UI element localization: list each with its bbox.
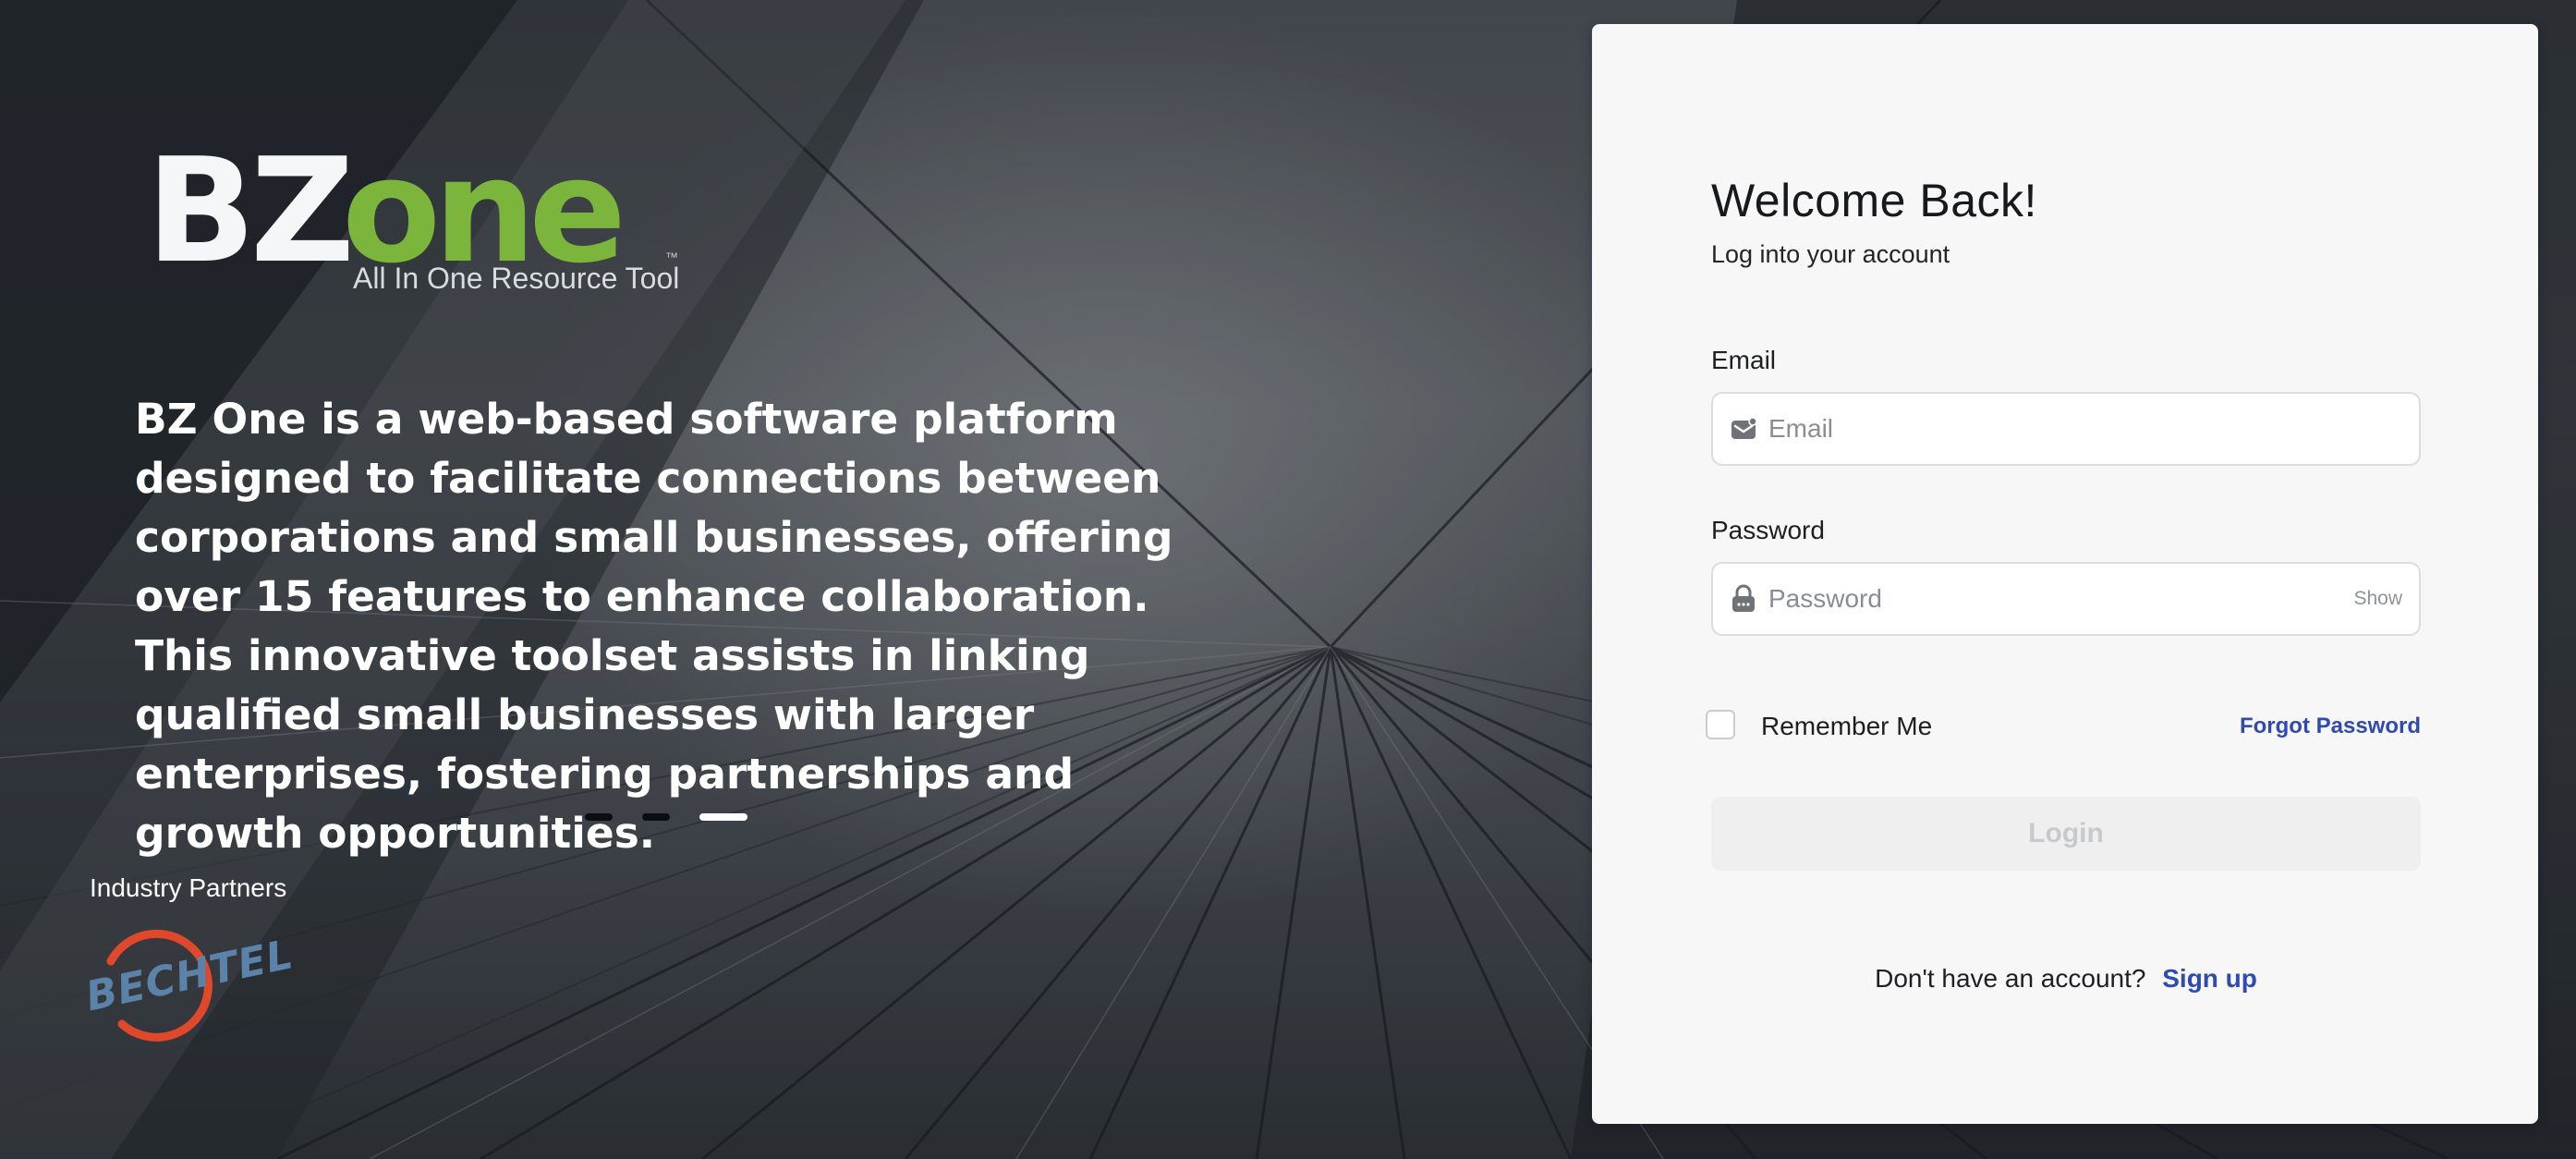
- signup-prompt: Don't have an account?: [1875, 964, 2146, 993]
- email-field[interactable]: [1711, 392, 2421, 466]
- password-field[interactable]: Show: [1711, 562, 2421, 636]
- signup-row: Don't have an account? Sign up: [1711, 964, 2421, 994]
- carousel-dot-active[interactable]: [699, 813, 747, 821]
- login-subtitle: Log into your account: [1711, 240, 1950, 268]
- forgot-password-link[interactable]: Forgot Password: [2240, 714, 2421, 739]
- carousel-dot[interactable]: [585, 813, 613, 821]
- carousel-dot[interactable]: [642, 813, 670, 821]
- password-label: Password: [1711, 516, 1825, 544]
- password-input[interactable]: [1759, 564, 2354, 634]
- email-label: Email: [1711, 346, 1777, 374]
- hero-description: BZ One is a web-based software platform …: [135, 395, 1173, 858]
- bz-one-logo: BZ one ™ All In One Resource Tool: [146, 139, 700, 305]
- logo-tagline: All In One Resource Tool: [353, 262, 680, 295]
- industry-partners-label: Industry Partners: [90, 873, 287, 902]
- bechtel-logo: BECHTEL: [82, 924, 298, 1046]
- remember-me-label[interactable]: Remember Me: [1761, 712, 1932, 741]
- carousel-indicators: [585, 813, 747, 821]
- show-password-toggle[interactable]: Show: [2353, 588, 2402, 610]
- signup-link[interactable]: Sign up: [2162, 964, 2257, 993]
- login-card: Welcome Back! Log into your account Emai…: [1592, 24, 2538, 1124]
- login-button[interactable]: Login: [1711, 797, 2421, 871]
- remember-row: Remember Me Forgot Password: [1706, 706, 2421, 743]
- mail-icon: [1728, 413, 1759, 445]
- lock-icon: [1728, 583, 1759, 615]
- email-input[interactable]: [1759, 394, 2419, 464]
- login-title: Welcome Back!: [1711, 175, 2037, 226]
- remember-me-checkbox[interactable]: [1706, 710, 1735, 739]
- logo-bz-text: BZ: [146, 127, 355, 295]
